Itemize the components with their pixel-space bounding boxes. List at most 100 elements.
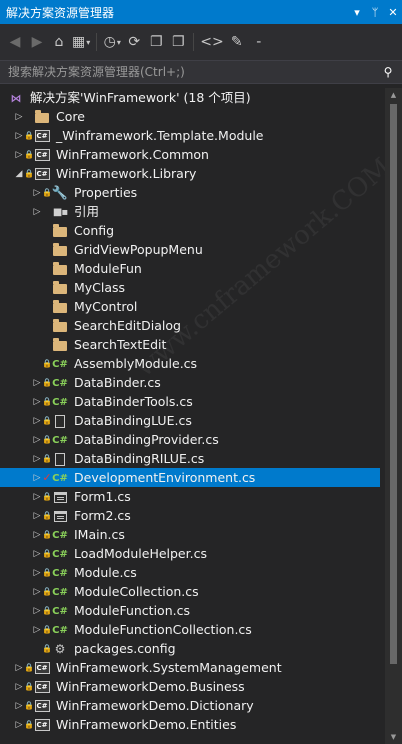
expand-arrow-icon[interactable]: ▷	[32, 430, 42, 449]
expand-arrow-icon[interactable]: ▷	[32, 202, 42, 221]
tree-item[interactable]: ▷ 🔒 C# WinFramework.SystemManagement	[0, 658, 380, 677]
lock-icon: 🔒	[42, 378, 52, 387]
lock-icon: 🔒	[24, 131, 34, 140]
tree-item-label: 引用	[74, 204, 100, 219]
tree-item[interactable]: ▷ 🔒 C# Module.cs	[0, 563, 380, 582]
expand-arrow-icon[interactable]: ▷	[32, 183, 42, 202]
tree-item[interactable]: ▷ ✓ C# DevelopmentEnvironment.cs	[0, 468, 380, 487]
tree-item[interactable]: ▷ 🔒 C# WinFrameworkDemo.Entities	[0, 715, 380, 734]
expand-arrow-icon[interactable]: ▷	[32, 582, 42, 601]
expanded-arrow-icon[interactable]: ◢	[14, 164, 24, 183]
window-position-dropdown-icon[interactable]: ▾	[348, 2, 366, 22]
show-all-files-icon[interactable]: ❐	[169, 30, 187, 54]
tree-item[interactable]: ▷ 🔒 C# DataBinderTools.cs	[0, 392, 380, 411]
tree-item[interactable]: ◢ 🔒 C# WinFramework.Library	[0, 164, 380, 183]
pin-icon[interactable]: ᛘ	[366, 2, 384, 22]
expand-arrow-icon[interactable]: ▷	[32, 468, 42, 487]
tree-item[interactable]: ModuleFun	[0, 259, 380, 278]
expand-arrow-icon[interactable]: ▷	[32, 449, 42, 468]
wrench-icon: 🔧	[51, 185, 69, 201]
expand-arrow-icon[interactable]: ▷	[14, 107, 24, 126]
sync-icon[interactable]: ⟳	[125, 30, 143, 54]
scroll-thumb[interactable]	[390, 104, 397, 664]
expand-arrow-icon[interactable]: ▷	[32, 544, 42, 563]
csharp-project-icon: C#	[34, 149, 50, 161]
scroll-down-icon[interactable]: ▼	[385, 730, 402, 744]
tree-item-label: DataBinder.cs	[74, 375, 161, 390]
expand-arrow-icon[interactable]: ▷	[32, 411, 42, 430]
tree-item[interactable]: Config	[0, 221, 380, 240]
tree-item-label: IMain.cs	[74, 527, 125, 542]
search-icon[interactable]: ⚲	[374, 61, 402, 83]
tree-item-label: ModuleFunction.cs	[74, 603, 190, 618]
tree-item[interactable]: ▷ 🔒 Form1.cs	[0, 487, 380, 506]
tree-item-label: DataBindingRILUE.cs	[74, 451, 205, 466]
tree-item[interactable]: ▷ 🔒 C# IMain.cs	[0, 525, 380, 544]
search-input[interactable]	[0, 61, 374, 83]
home-icon[interactable]: ⌂	[50, 30, 68, 54]
expand-arrow-icon[interactable]: ▷	[32, 373, 42, 392]
close-icon[interactable]: ✕	[384, 2, 402, 22]
solution-label: 解决方案'WinFramework' (18 个项目)	[30, 90, 251, 105]
tree-item[interactable]: 🔒 C# AssemblyModule.cs	[0, 354, 380, 373]
properties-icon[interactable]: ✎	[228, 30, 246, 54]
collapse-all-icon[interactable]: ❐	[147, 30, 165, 54]
tree-item[interactable]: ▷ 🔒 DataBindingLUE.cs	[0, 411, 380, 430]
scroll-up-icon[interactable]: ▲	[385, 88, 402, 102]
expand-arrow-icon[interactable]: ▷	[14, 658, 24, 677]
expand-arrow-icon[interactable]: ▷	[32, 392, 42, 411]
tree-item[interactable]: SearchEditDialog	[0, 316, 380, 335]
lock-icon: 🔒	[42, 587, 52, 596]
tree-item[interactable]: ▷ 🔒 Form2.cs	[0, 506, 380, 525]
tree-item-label: Form2.cs	[74, 508, 131, 523]
tree-item[interactable]: GridViewPopupMenu	[0, 240, 380, 259]
tree-item-label: WinFramework.Library	[56, 166, 197, 181]
tree-item-label: Module.cs	[74, 565, 137, 580]
tree-item[interactable]: SearchTextEdit	[0, 335, 380, 354]
tree-item[interactable]: ▷ 🔒 🔧 Properties	[0, 183, 380, 202]
tree-item[interactable]: ▷ 🔒 C# WinFramework.Common	[0, 145, 380, 164]
collapse-icon[interactable]: -	[250, 30, 268, 54]
forward-icon[interactable]: ▶	[28, 30, 46, 54]
back-icon[interactable]: ◀	[6, 30, 24, 54]
tree-item[interactable]: ▷ 🔒 C# ModuleFunctionCollection.cs	[0, 620, 380, 639]
lock-icon: 🔒	[42, 644, 52, 653]
csharp-file-icon: C#	[52, 358, 68, 370]
tree-item[interactable]: MyClass	[0, 278, 380, 297]
expand-arrow-icon[interactable]: ▷	[32, 601, 42, 620]
tree-item[interactable]: ▷ ■▪ 引用	[0, 202, 380, 221]
tree-item-label: WinFramework.Common	[56, 147, 209, 162]
solution-root[interactable]: ⋈ 解决方案'WinFramework' (18 个项目)	[0, 88, 380, 107]
csharp-project-icon: C#	[34, 719, 50, 731]
tree-item[interactable]: 🔒 ⚙ packages.config	[0, 639, 380, 658]
expand-arrow-icon[interactable]: ▷	[14, 677, 24, 696]
tree-item[interactable]: ▷ 🔒 C# WinFrameworkDemo.Dictionary	[0, 696, 380, 715]
vertical-scrollbar[interactable]: ▲ ▼	[385, 88, 402, 744]
expand-arrow-icon[interactable]: ▷	[32, 525, 42, 544]
tree-item[interactable]: ▷ 🔒 DataBindingRILUE.cs	[0, 449, 380, 468]
expand-arrow-icon[interactable]: ▷	[32, 620, 42, 639]
switch-view-icon[interactable]: ▦ ▾	[72, 30, 90, 54]
expand-arrow-icon[interactable]: ▷	[14, 696, 24, 715]
form-icon	[52, 489, 68, 505]
view-code-icon[interactable]: <>	[200, 30, 223, 54]
expand-arrow-icon[interactable]: ▷	[14, 126, 24, 145]
expand-arrow-icon[interactable]: ▷	[32, 506, 42, 525]
history-icon[interactable]: ◷ ▾	[103, 30, 121, 54]
tree-item[interactable]: ▷ 🔒 C# DataBinder.cs	[0, 373, 380, 392]
csharp-file-icon: C#	[52, 377, 68, 389]
tree-item[interactable]: ▷ Core	[0, 107, 380, 126]
tree-item[interactable]: ▷ 🔒 C# WinFrameworkDemo.Business	[0, 677, 380, 696]
expand-arrow-icon[interactable]: ▷	[14, 715, 24, 734]
tree-item[interactable]: ▷ 🔒 C# ModuleCollection.cs	[0, 582, 380, 601]
tree-item-label: ModuleFunctionCollection.cs	[74, 622, 252, 637]
tree-item[interactable]: ▷ 🔒 C# DataBindingProvider.cs	[0, 430, 380, 449]
lock-icon: 🔒	[42, 625, 52, 634]
tree-item[interactable]: ▷ 🔒 C# LoadModuleHelper.cs	[0, 544, 380, 563]
tree-item[interactable]: ▷ 🔒 C# _Winframework.Template.Module	[0, 126, 380, 145]
expand-arrow-icon[interactable]: ▷	[32, 563, 42, 582]
expand-arrow-icon[interactable]: ▷	[14, 145, 24, 164]
expand-arrow-icon[interactable]: ▷	[32, 487, 42, 506]
tree-item[interactable]: MyControl	[0, 297, 380, 316]
tree-item[interactable]: ▷ 🔒 C# ModuleFunction.cs	[0, 601, 380, 620]
